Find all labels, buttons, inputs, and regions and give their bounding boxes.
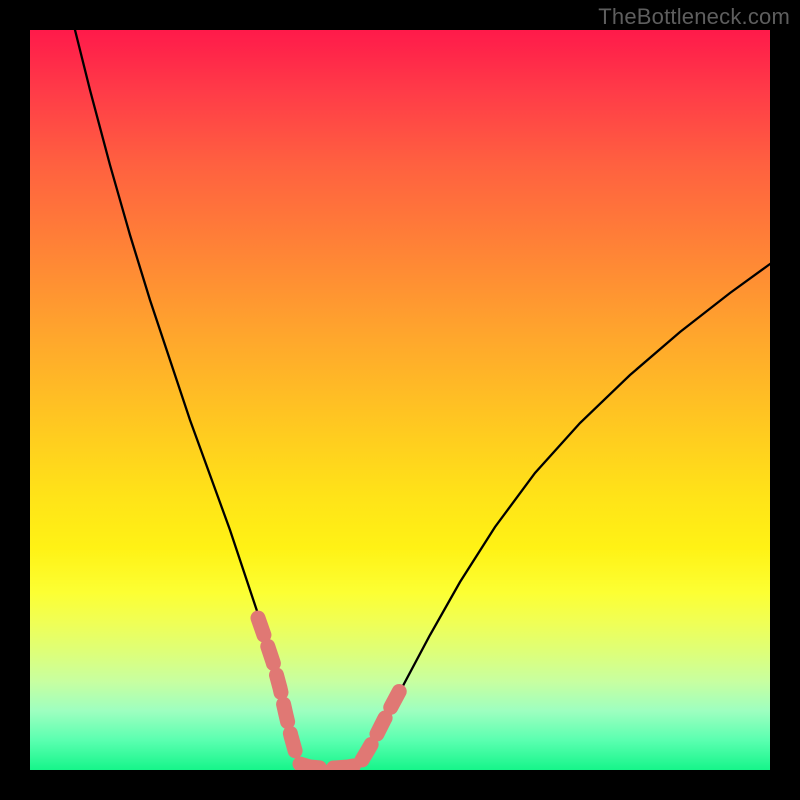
chart-frame: TheBottleneck.com [0,0,800,800]
watermark-text: TheBottleneck.com [598,4,790,30]
curve-layer [30,30,770,770]
plot-area [30,30,770,770]
left-pink-segment [258,618,296,754]
valley-pink-segment [300,764,358,768]
right-pink-segment [362,690,400,760]
right-curve [360,264,770,764]
